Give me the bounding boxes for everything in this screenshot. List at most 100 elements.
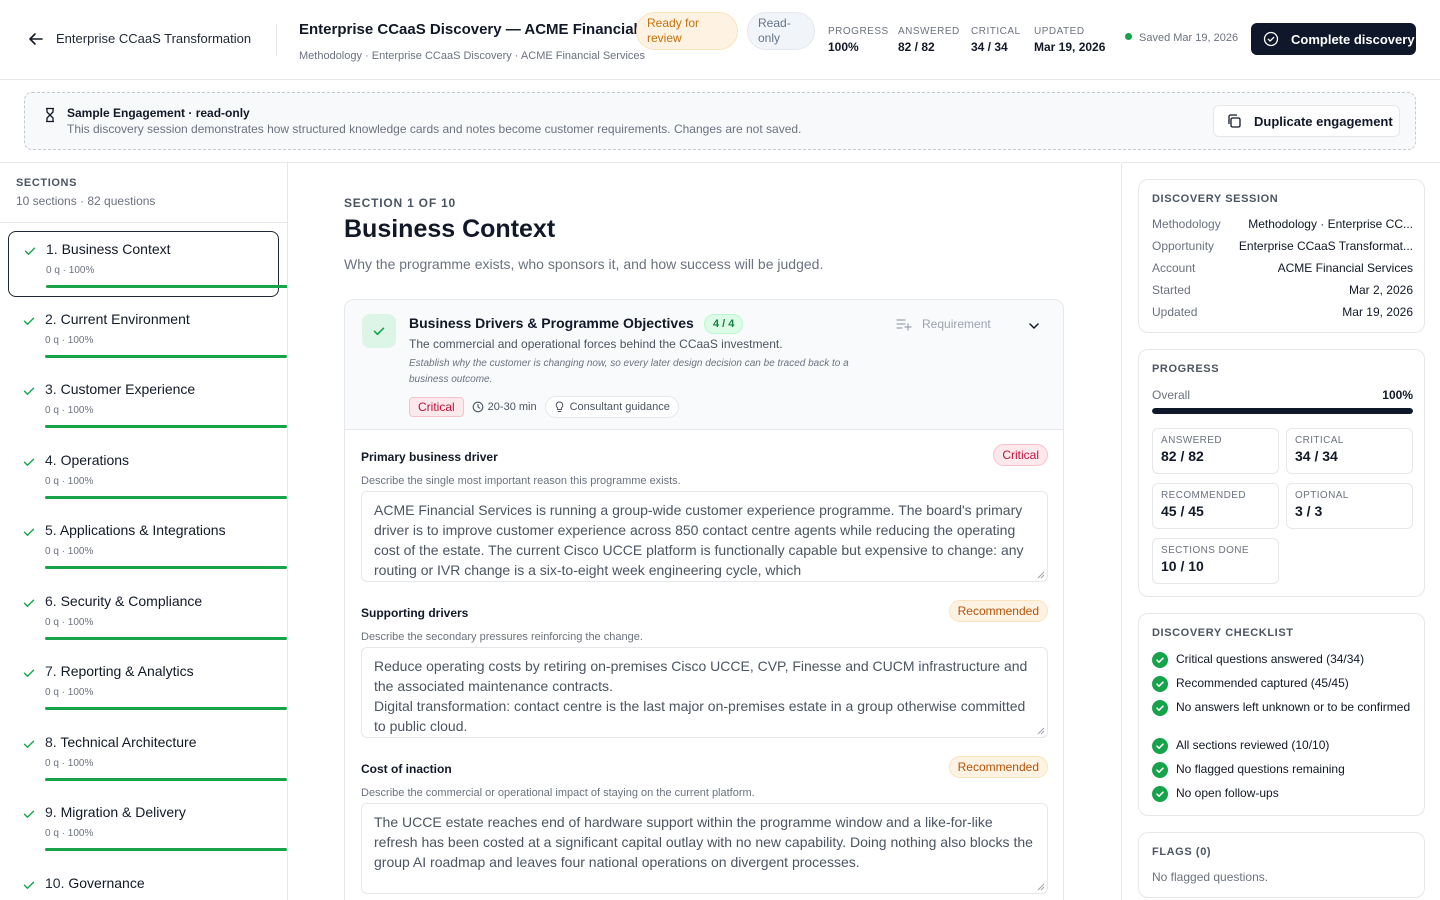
sidebar-item-section-5[interactable]: 5. Applications & Integrations 0 q · 100% <box>8 513 287 579</box>
checklist-item: All sections reviewed (10/10) <box>1152 737 1413 754</box>
complete-discovery-label: Complete discovery <box>1291 31 1415 47</box>
section-name: Security & Compliance <box>60 593 203 609</box>
sidebar-item-label: 10. Governance <box>45 875 145 891</box>
session-value: Methodology · Enterprise CC... <box>1248 217 1413 231</box>
main-content: SECTION 1 OF 10 Business Context Why the… <box>288 162 1120 900</box>
tile-label: CRITICAL <box>1295 435 1344 446</box>
session-value: Enterprise CCaaS Transformat... <box>1238 239 1413 253</box>
progress-tile: ANSWERED 82 / 82 <box>1152 428 1279 474</box>
sidebar-item-section-8[interactable]: 8. Technical Architecture 0 q · 100% <box>8 725 287 791</box>
stat-value: 82 / 82 <box>898 40 935 54</box>
back-link[interactable]: Enterprise CCaaS Transformation <box>56 31 251 46</box>
sample-banner: Sample Engagement · read-only This disco… <box>24 92 1416 150</box>
question-label: Primary business driver <box>361 450 498 464</box>
card-title: Business Drivers & Programme Objectives <box>409 315 694 331</box>
check-circle-icon <box>1152 700 1168 716</box>
header-divider <box>276 24 277 56</box>
flags-empty-text: No flagged questions. <box>1152 870 1269 884</box>
section-number: 6. <box>45 593 57 609</box>
consultant-guidance-button[interactable]: Consultant guidance <box>544 396 679 418</box>
saved-text: Saved Mar 19, 2026 <box>1139 32 1239 44</box>
stat-updated: UPDATED Mar 19, 2026 <box>1034 26 1105 54</box>
check-circle-icon <box>1152 762 1168 778</box>
panel-heading: FLAGS (0) <box>1152 846 1212 858</box>
session-key: Started <box>1152 283 1191 297</box>
overall-label: Overall <box>1152 388 1191 402</box>
sidebar-item-section-10[interactable]: 10. Governance0 q · 100% <box>8 866 279 900</box>
resize-handle-icon[interactable] <box>1037 883 1045 891</box>
check-circle-icon <box>1152 738 1168 754</box>
checklist-text: All sections reviewed (10/10) <box>1176 738 1330 752</box>
progress-tile: SECTIONS DONE 10 / 10 <box>1152 538 1279 584</box>
check-icon <box>23 740 35 748</box>
sidebar-item-section-3[interactable]: 3. Customer Experience 0 q · 100% <box>8 372 287 438</box>
sections-sidebar: SECTIONS 10 sections · 82 questions 1. B… <box>0 162 288 900</box>
answer-textarea[interactable]: ACME Financial Services is running a gro… <box>361 491 1048 582</box>
overall-progress-fill <box>1152 408 1413 414</box>
question-block: Cost of inaction Recommended Describe the … <box>361 756 1048 894</box>
section-name: Current Environment <box>60 311 190 327</box>
session-row: Account ACME Financial Services <box>1152 261 1413 275</box>
sidebar-item-section-4[interactable]: 4. Operations 0 q · 100% <box>8 443 287 509</box>
check-icon <box>23 669 35 677</box>
panel-heading: PROGRESS <box>1152 363 1220 375</box>
section-name: Migration & Delivery <box>60 804 186 820</box>
answer-textarea[interactable]: Reduce operating costs by retiring on-pr… <box>361 647 1048 738</box>
sidebar-summary: 10 sections · 82 questions <box>16 194 156 208</box>
sidebar-item-section-6[interactable]: 6. Security & Compliance 0 q · 100% <box>8 584 287 650</box>
check-icon <box>23 528 35 536</box>
session-row: Updated Mar 19, 2026 <box>1152 305 1413 319</box>
section-progress-bar <box>45 425 287 428</box>
clock-icon <box>472 401 484 413</box>
resize-handle-icon[interactable] <box>1037 571 1045 579</box>
answer-text: ACME Financial Services is running a gro… <box>374 502 1028 578</box>
checklist-item: No open follow-ups <box>1152 785 1413 802</box>
tile-label: OPTIONAL <box>1295 490 1349 501</box>
sidebar-item-label: 6. Security & Compliance <box>45 593 202 609</box>
session-value: Mar 2, 2026 <box>1348 283 1413 297</box>
stat-label: ANSWERED <box>898 26 960 37</box>
section-number: 8. <box>45 734 57 750</box>
section-progress-bar <box>46 285 287 288</box>
page-title: Business Context <box>344 215 556 243</box>
question-priority-tag: Recommended <box>948 756 1048 778</box>
question-help: Describe the commercial or operational i… <box>361 787 755 799</box>
sidebar-item-section-9[interactable]: 9. Migration & Delivery 0 q · 100% <box>8 795 287 861</box>
section-meta: 0 q · 100% <box>45 828 94 839</box>
priority-tag: Critical <box>409 397 464 417</box>
check-circle-icon <box>1152 786 1168 802</box>
stat-progress: PROGRESS 100% <box>828 26 889 54</box>
question-help: Describe the secondary pressures reinfor… <box>361 631 643 643</box>
saved-dot-icon <box>1125 33 1132 40</box>
sidebar-item-section-2[interactable]: 2. Current Environment 0 q · 100% <box>8 302 287 368</box>
section-number: 9. <box>45 804 57 820</box>
sidebar-item-label: 8. Technical Architecture <box>45 734 197 750</box>
back-arrow-icon[interactable] <box>26 29 46 49</box>
sidebar-item-section-1[interactable]: 1. Business Context 0 q · 100% <box>8 231 287 297</box>
resize-handle-icon[interactable] <box>1037 727 1045 735</box>
check-circle-icon <box>1152 676 1168 692</box>
status-badge: Ready for review <box>636 12 738 50</box>
card-tags: Critical 20-30 min Consultant guidance <box>409 396 679 418</box>
sidebar-item-label: 3. Customer Experience <box>45 381 195 397</box>
requirement-label: Requirement <box>922 317 991 331</box>
complete-discovery-button[interactable]: Complete discovery <box>1251 23 1416 55</box>
answer-textarea[interactable]: The UCCE estate reaches end of hardware … <box>361 803 1048 894</box>
lightbulb-icon <box>555 401 563 412</box>
tile-label: SECTIONS DONE <box>1161 545 1249 556</box>
card-complete-icon <box>362 314 396 348</box>
tile-label: ANSWERED <box>1161 435 1222 446</box>
checklist-item: No flagged questions remaining <box>1152 761 1413 778</box>
section-meta: 0 q · 100% <box>45 546 94 557</box>
duplicate-engagement-button[interactable]: Duplicate engagement <box>1213 105 1400 137</box>
chevron-down-icon[interactable] <box>1027 319 1041 333</box>
section-number: 3. <box>45 381 57 397</box>
requirement-button[interactable]: Requirement <box>896 317 991 331</box>
sidebar-item-section-7[interactable]: 7. Reporting & Analytics 0 q · 100% <box>8 654 287 720</box>
section-progress-bar <box>45 355 287 358</box>
question-block: Supporting drivers Recommended Describe th… <box>361 600 1048 738</box>
card-header[interactable]: Business Drivers & Programme Objectives … <box>345 300 1063 430</box>
knowledge-card: Business Drivers & Programme Objectives … <box>344 299 1064 900</box>
session-row: Methodology Methodology · Enterprise CC..… <box>1152 217 1413 231</box>
answer-text: The UCCE estate reaches end of hardware … <box>374 814 1037 870</box>
